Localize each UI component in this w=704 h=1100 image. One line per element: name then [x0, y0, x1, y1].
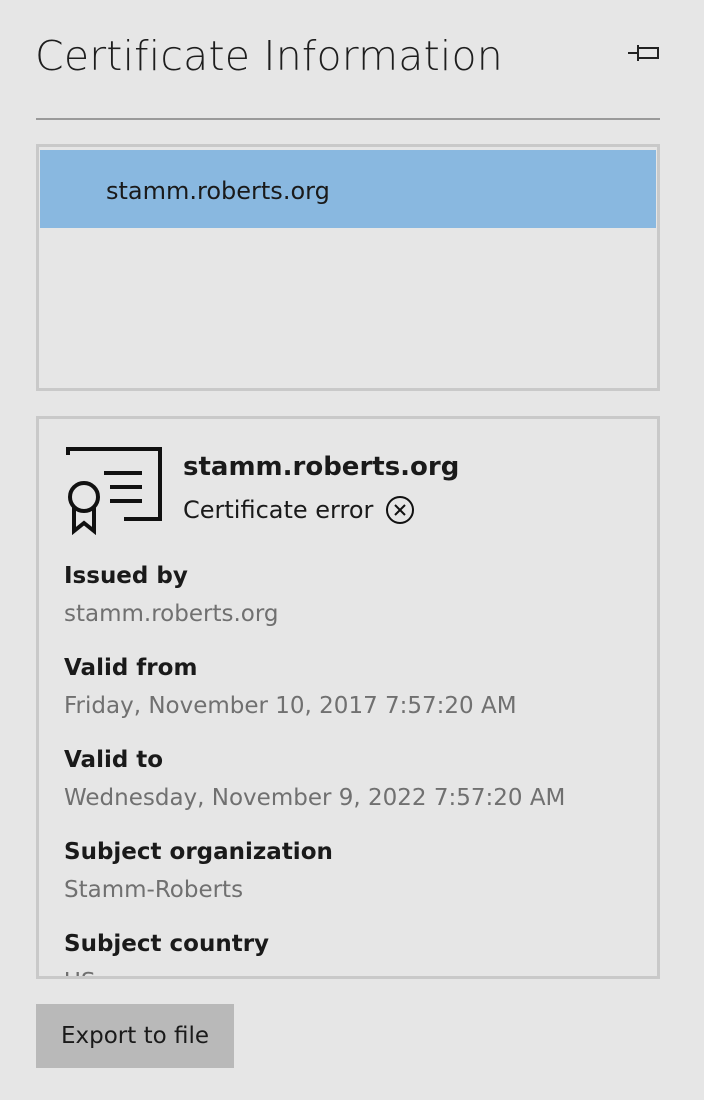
pin-icon[interactable] — [626, 40, 662, 66]
field-label-valid-from: Valid from — [64, 655, 198, 681]
certificate-list-item[interactable]: stamm.roberts.org — [40, 150, 656, 228]
field-label-valid-to: Valid to — [64, 747, 164, 773]
certificate-list[interactable]: stamm.roberts.org — [36, 144, 660, 391]
field-value-issued-by: stamm.roberts.org — [64, 601, 279, 627]
field-value-subject-organization: Stamm-Roberts — [64, 877, 244, 903]
field-label-subject-organization: Subject organization — [64, 839, 333, 865]
certificate-status: Certificate error — [183, 495, 415, 525]
field-value-valid-to: Wednesday, November 9, 2022 7:57:20 AM — [64, 785, 566, 811]
page-title: Certificate Information — [35, 32, 503, 80]
title-divider — [36, 118, 660, 120]
field-label-issued-by: Issued by — [64, 563, 188, 589]
certificate-list-item-label: stamm.roberts.org — [106, 177, 330, 205]
field-value-valid-from: Friday, November 10, 2017 7:57:20 AM — [64, 693, 517, 719]
field-value-subject-country: US — [64, 969, 95, 976]
certificate-details: stamm.roberts.org Certificate error Issu… — [36, 416, 660, 979]
field-label-subject-country: Subject country — [64, 931, 270, 957]
certificate-icon — [64, 447, 164, 536]
export-to-file-button[interactable]: Export to file — [36, 1004, 234, 1068]
error-circle-x-icon — [385, 495, 415, 525]
status-text: Certificate error — [183, 496, 374, 524]
subject-name: stamm.roberts.org — [183, 452, 460, 482]
